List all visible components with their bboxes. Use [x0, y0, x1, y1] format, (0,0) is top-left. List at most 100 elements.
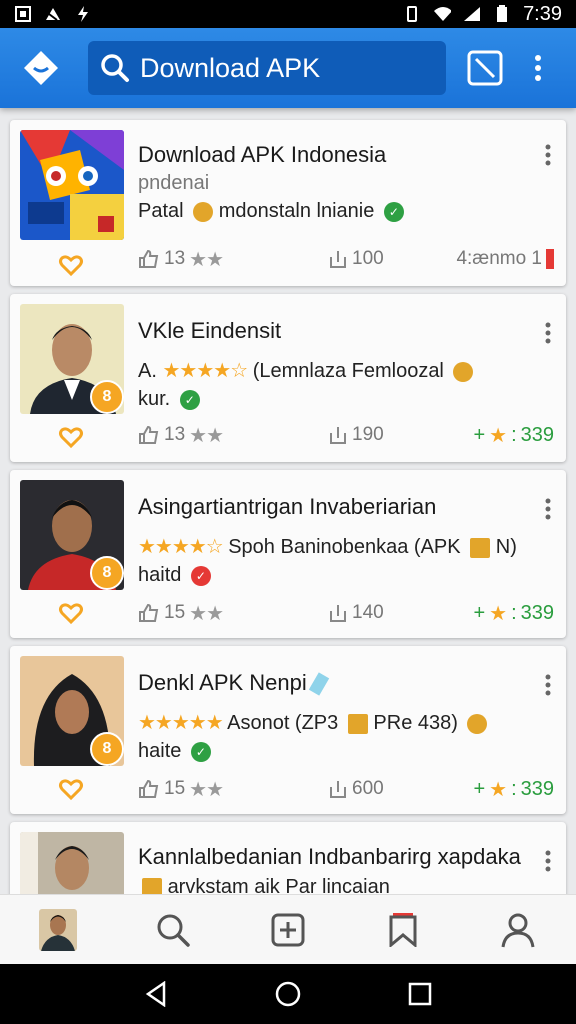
app-developer: pndenai [138, 172, 210, 194]
rating-stat: + ★ :339 [473, 777, 554, 801]
verified-icon: ✓ [383, 201, 404, 222]
status-time: 7:39 [523, 2, 562, 25]
item-menu-button[interactable] [542, 848, 554, 874]
thumbs-up-icon [139, 425, 159, 444]
cookie-icon [453, 361, 474, 382]
bottom-navigation [0, 894, 576, 964]
rating-stars-icon: ★★ [189, 248, 224, 271]
app-developer: haitd ✓ [138, 564, 211, 587]
nav-profile-avatar[interactable] [36, 908, 80, 952]
edit-button[interactable] [466, 49, 504, 87]
battery-icon [493, 5, 511, 23]
badge-icon [347, 713, 368, 734]
download-count-icon [330, 605, 346, 622]
app-badge: 8 [90, 380, 124, 414]
list-item[interactable]: 8 VKle Eindensit A. ★★★★☆ (Lemnlaza Feml… [10, 294, 566, 462]
thumbs-up-icon [139, 779, 159, 798]
rating-stars-icon: ★★ [189, 778, 224, 801]
search-query: Download APK [140, 52, 321, 83]
item-extra: 4:ænmo 1 [456, 248, 554, 270]
back-button[interactable] [141, 979, 171, 1009]
plus-icon: + [473, 423, 486, 446]
search-icon [157, 914, 190, 947]
status-notifications [14, 5, 92, 23]
flag-icon [546, 249, 554, 269]
list-item[interactable]: 8 Asingartiantrigan Invaberiarian ★★★★☆ … [10, 470, 566, 638]
downloads-stat: 140 [328, 602, 384, 624]
flash-icon [74, 5, 92, 23]
downloads-stat: 600 [328, 778, 384, 800]
recents-button[interactable] [405, 979, 435, 1009]
vibrate-icon [403, 5, 421, 23]
system-navigation [0, 964, 576, 1024]
notification-icon [44, 5, 62, 23]
nav-account[interactable] [496, 908, 540, 952]
app-subtitle: ★★★★☆ Spoh Baninobenkaa (APK N) [138, 536, 517, 558]
item-menu-button[interactable] [542, 320, 554, 346]
app-subtitle: arvkstam aik Par lincaian [138, 876, 390, 894]
nav-add[interactable] [266, 908, 310, 952]
app-badge: 8 [90, 556, 124, 590]
home-icon [275, 981, 301, 1007]
recents-icon [408, 982, 432, 1006]
app-title: VKle Eindensit [138, 318, 282, 343]
item-menu-button[interactable] [542, 142, 554, 168]
cookie-icon [193, 201, 214, 222]
nav-search[interactable] [151, 908, 195, 952]
app-thumbnail [20, 832, 124, 894]
overflow-menu-button[interactable] [528, 48, 548, 88]
star-icon: ★ [489, 602, 508, 625]
likes-stat: 15 ★★ [138, 601, 328, 626]
item-menu-button[interactable] [542, 496, 554, 522]
list-item[interactable]: Kannlalbedanian Indbanbarirg xapdaka arv… [10, 822, 566, 894]
edit-icon [467, 50, 503, 86]
star-icon: ★ [489, 424, 508, 447]
rating-stars-icon: ★★★★☆ [138, 536, 224, 558]
rating-stars-icon: ★★★★★ [138, 712, 224, 734]
rating-stars-icon: ★★ [189, 424, 224, 447]
download-count-icon [330, 781, 346, 798]
favorite-icon[interactable] [58, 600, 84, 626]
app-badge: 8 [90, 732, 124, 766]
app-bar: Download APK [0, 28, 576, 108]
item-stats: 13 ★★ 100 4:ænmo 1 [138, 246, 554, 272]
rating-stars-icon: ★★ [189, 602, 224, 625]
brush-icon [308, 672, 330, 696]
app-subtitle: Patal mdonstaln lnianie ✓ [138, 200, 404, 223]
app-developer: kur. ✓ [138, 388, 200, 411]
rating-stat: + ★ :339 [473, 601, 554, 625]
notification-icon [14, 5, 32, 23]
likes-stat: 13 ★★ [138, 423, 328, 448]
item-menu-button[interactable] [542, 672, 554, 698]
list-item[interactable]: 8 Denkl APK Nenpi ★★★★★ Asonot (ZP3 PRe … [10, 646, 566, 814]
badge-icon [142, 877, 162, 894]
favorite-icon[interactable] [58, 776, 84, 802]
downloads-stat: 100 [328, 248, 384, 270]
favorite-icon[interactable] [58, 252, 84, 278]
favorite-icon[interactable] [58, 424, 84, 450]
likes-stat: 13 ★★ [138, 247, 328, 272]
home-button[interactable] [273, 979, 303, 1009]
status-icon: ✓ [190, 565, 211, 586]
plus-icon: + [473, 777, 486, 800]
downloads-stat: 190 [328, 424, 384, 446]
bookmark-icon [389, 912, 417, 947]
thumbs-up-icon [139, 249, 159, 268]
search-icon [101, 54, 129, 82]
app-title: Download APK Indonesia [138, 142, 387, 167]
app-logo-icon[interactable] [22, 49, 60, 87]
list-item[interactable]: Download APK Indonesia pndenai Patal mdo… [10, 120, 566, 286]
item-stats: 15 ★★ 600 + ★ :339 [138, 776, 554, 802]
status-bar: 7:39 [0, 0, 576, 28]
app-title: Asingartiantrigan Invaberiarian [138, 494, 437, 519]
plus-icon: + [473, 601, 486, 624]
item-stats: 15 ★★ 140 + ★ :339 [138, 600, 554, 626]
app-thumbnail [20, 130, 124, 240]
app-subtitle: A. ★★★★☆ (Lemnlaza Femloozal [138, 358, 474, 383]
download-count-icon [330, 427, 346, 444]
nav-bookmarks[interactable] [381, 908, 425, 952]
badge-icon [470, 537, 491, 558]
app-title: Kannlalbedanian Indbanbarirg xapdaka [138, 844, 521, 869]
app-subtitle: ★★★★★ Asonot (ZP3 PRe 438) [138, 710, 488, 735]
search-box[interactable]: Download APK [88, 41, 446, 95]
